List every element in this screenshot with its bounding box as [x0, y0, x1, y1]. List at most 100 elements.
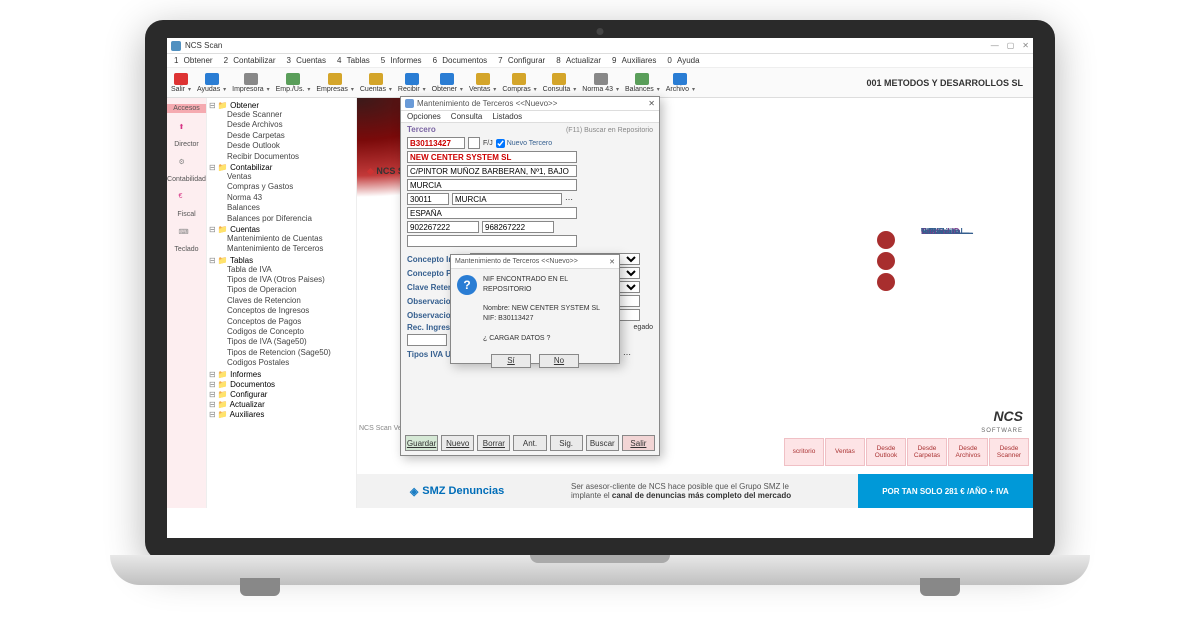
toolbar-emp./us.[interactable]: Emp./Us. ▾: [276, 73, 311, 93]
maximize-button[interactable]: ▢: [1007, 41, 1015, 50]
menu-obtener[interactable]: 1 Obtener: [171, 56, 219, 65]
tree-item[interactable]: Codigos Postales: [209, 358, 354, 368]
tree-group[interactable]: Actualizar: [209, 400, 354, 409]
tree-group[interactable]: Configurar: [209, 390, 354, 399]
fiscal-button[interactable]: €Fiscal: [177, 193, 195, 218]
tree-group[interactable]: Obtener: [209, 101, 354, 110]
no-button[interactable]: No: [539, 354, 579, 368]
salir-button[interactable]: Salir: [622, 435, 655, 451]
toolbar-empresas[interactable]: Empresas ▾: [316, 73, 353, 93]
toolbar-norma 43[interactable]: Norma 43 ▾: [582, 73, 619, 93]
menu-cuentas[interactable]: 3 Cuentas: [284, 56, 332, 65]
yes-button[interactable]: Sí: [491, 354, 531, 368]
toolbar-ventas[interactable]: Ventas ▾: [469, 73, 496, 93]
minimize-button[interactable]: —: [991, 41, 999, 50]
nuevo-button[interactable]: Nuevo: [441, 435, 474, 451]
guardar-button[interactable]: Guardar: [405, 435, 438, 451]
tree-group[interactable]: Cuentas: [209, 225, 354, 234]
tel2-input[interactable]: [482, 221, 554, 233]
toolbar-cuentas[interactable]: Cuentas ▾: [360, 73, 392, 93]
teclado-button[interactable]: ⌨Teclado: [174, 228, 198, 253]
tree-item[interactable]: Recibir Documentos: [209, 152, 354, 162]
toolbar-compras[interactable]: Compras ▾: [502, 73, 536, 93]
menu-auxiliares[interactable]: 9 Auxiliares: [609, 56, 662, 65]
tree-item[interactable]: Balances: [209, 203, 354, 213]
nif-aux-input[interactable]: [468, 137, 480, 149]
tree-item[interactable]: Tabla de IVA: [209, 265, 354, 275]
tree-item[interactable]: Claves de Retencion: [209, 296, 354, 306]
nif-input[interactable]: [407, 137, 465, 149]
cp-lookup-icon[interactable]: ⋯: [565, 195, 573, 204]
quick-btn[interactable]: scritorio: [784, 438, 824, 466]
nuevo-tercero-checkbox[interactable]: Nuevo Tercero: [496, 139, 552, 148]
tipos-iva-lookup[interactable]: ⋯: [623, 350, 631, 359]
ant-button[interactable]: Ant.: [513, 435, 546, 451]
quick-btn[interactable]: Desde Outlook: [866, 438, 906, 466]
menu-ayuda[interactable]: 0 Ayuda: [664, 56, 705, 65]
tree-item[interactable]: Conceptos de Pagos: [209, 317, 354, 327]
menu-documentos[interactable]: 6 Documentos: [430, 56, 494, 65]
menu-actualizar[interactable]: 8 Actualizar: [553, 56, 607, 65]
poblacion-input[interactable]: [407, 179, 577, 191]
domicilio-input[interactable]: [407, 165, 577, 177]
navigation-tree[interactable]: ObtenerDesde ScannerDesde ArchivosDesde …: [207, 98, 357, 508]
tree-item[interactable]: Tipos de Retencion (Sage50): [209, 348, 354, 358]
cp-input[interactable]: [407, 193, 449, 205]
menu-informes[interactable]: 5 Informes: [378, 56, 428, 65]
decorative-dots: [877, 228, 899, 288]
banner-price[interactable]: POR TAN SOLO 281 € /AÑO + IVA: [858, 474, 1033, 508]
tree-item[interactable]: Desde Carpetas: [209, 131, 354, 141]
tree-item[interactable]: Mantenimiento de Cuentas: [209, 234, 354, 244]
tree-group[interactable]: Tablas: [209, 256, 354, 265]
tree-group[interactable]: Informes: [209, 370, 354, 379]
tree-item[interactable]: Compras y Gastos: [209, 182, 354, 192]
tree-item[interactable]: Desde Scanner: [209, 110, 354, 120]
modal-menu-opciones[interactable]: Opciones: [407, 112, 441, 121]
tree-item[interactable]: Ventas: [209, 172, 354, 182]
tree-item[interactable]: Tipos de IVA (Sage50): [209, 337, 354, 347]
modal-menu-listados[interactable]: Listados: [492, 112, 522, 121]
tree-group[interactable]: Contabilizar: [209, 163, 354, 172]
quick-btn[interactable]: Ventas: [825, 438, 865, 466]
toolbar-consulta[interactable]: Consulta ▾: [543, 73, 577, 93]
toolbar-obtener[interactable]: Obtener ▾: [432, 73, 463, 93]
menu-tablas[interactable]: 4 Tablas: [334, 56, 376, 65]
tel1-input[interactable]: [407, 221, 479, 233]
borrar-button[interactable]: Borrar: [477, 435, 510, 451]
menu-contabilizar[interactable]: 2 Contabilizar: [221, 56, 282, 65]
toolbar-impresora[interactable]: Impresora ▾: [232, 73, 269, 93]
toolbar-ayudas[interactable]: Ayudas ▾: [197, 73, 226, 93]
toolbar-archivo[interactable]: Archivo ▾: [666, 73, 695, 93]
tree-item[interactable]: Conceptos de Ingresos: [209, 306, 354, 316]
tree-group[interactable]: Documentos: [209, 380, 354, 389]
dialog-close-icon[interactable]: ✕: [609, 258, 615, 266]
director-button[interactable]: ⬆Director: [174, 123, 199, 148]
tree-item[interactable]: Tipos de IVA (Otros Paises): [209, 275, 354, 285]
quick-btn[interactable]: Desde Scanner: [989, 438, 1029, 466]
close-button[interactable]: ✕: [1022, 41, 1029, 50]
tree-item[interactable]: Balances por Diferencia: [209, 214, 354, 224]
modal-close-icon[interactable]: ✕: [648, 99, 655, 108]
prorrata-input[interactable]: [407, 334, 447, 346]
pais-input[interactable]: [407, 207, 577, 219]
tree-item[interactable]: Mantenimiento de Terceros: [209, 244, 354, 254]
quick-btn[interactable]: Desde Carpetas: [907, 438, 947, 466]
buscar-button[interactable]: Buscar: [586, 435, 619, 451]
quick-btn[interactable]: Desde Archivos: [948, 438, 988, 466]
fax-input[interactable]: [407, 235, 577, 247]
modal-menu-consulta[interactable]: Consulta: [451, 112, 483, 121]
tree-item[interactable]: Tipos de Operacion: [209, 285, 354, 295]
tree-item[interactable]: Desde Outlook: [209, 141, 354, 151]
toolbar-salir[interactable]: Salir ▾: [171, 73, 191, 93]
tree-group[interactable]: Auxiliares: [209, 410, 354, 419]
tree-item[interactable]: Codigos de Concepto: [209, 327, 354, 337]
tree-item[interactable]: Norma 43: [209, 193, 354, 203]
menu-configurar[interactable]: 7 Configurar: [495, 56, 551, 65]
contabilidad-button[interactable]: ⚙Contabilidad: [167, 158, 206, 183]
toolbar-recibir[interactable]: Recibir ▾: [398, 73, 426, 93]
sig-button[interactable]: Sig.: [550, 435, 583, 451]
toolbar-balances[interactable]: Balances ▾: [625, 73, 660, 93]
tree-item[interactable]: Desde Archivos: [209, 120, 354, 130]
cp-city-input[interactable]: [452, 193, 562, 205]
nombre-input[interactable]: [407, 151, 577, 163]
